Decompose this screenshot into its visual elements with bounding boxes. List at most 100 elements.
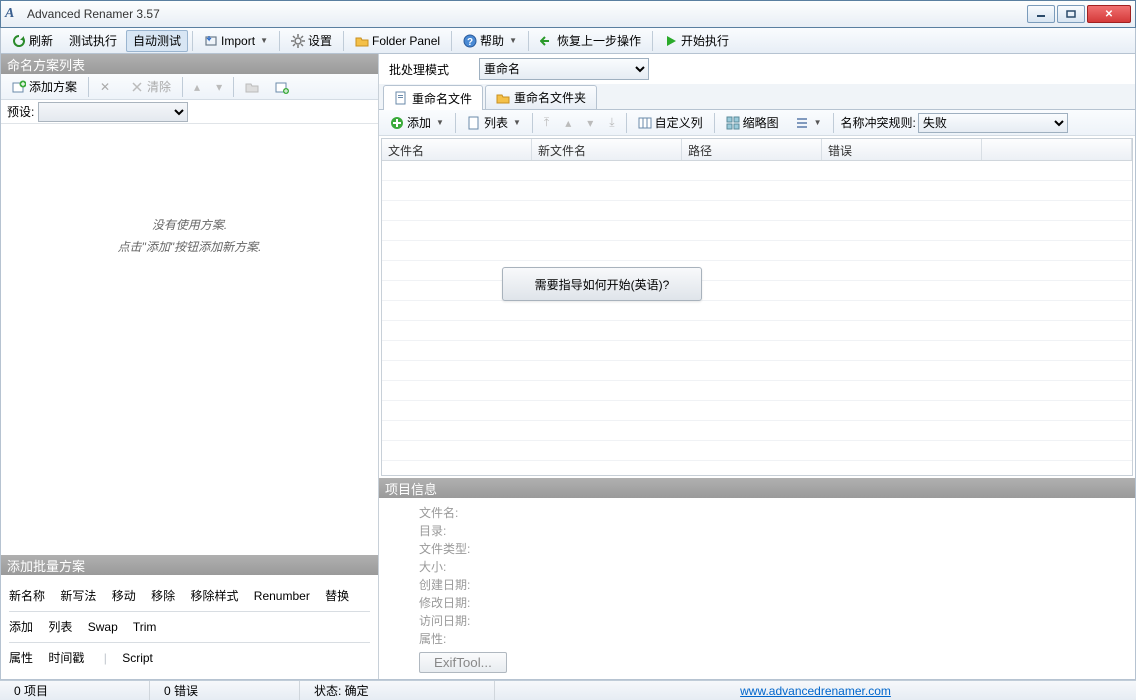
add-batch-row-1: 新名称 新写法 移动 移除 移除样式 Renumber 替换 — [9, 581, 370, 612]
down-icon: ▾ — [216, 80, 222, 94]
exiftool-button[interactable]: ExifTool... — [419, 652, 507, 673]
dropdown-icon: ▼ — [814, 118, 822, 127]
info-attr: 属性: — [419, 630, 1095, 648]
mode-select[interactable]: 重命名 — [479, 58, 649, 80]
method-timestamp[interactable]: 时间戳 — [48, 651, 84, 665]
add-batch-header: 添加批量方案 — [1, 555, 378, 575]
refresh-button[interactable]: 刷新 — [5, 30, 60, 52]
mode-label: 批处理模式 — [389, 61, 449, 78]
move-bottom-button[interactable]: ⤓ — [602, 112, 621, 134]
columns-icon — [638, 116, 652, 130]
add-method-button[interactable]: 添加方案 — [5, 76, 84, 98]
method-add[interactable]: 添加 — [9, 620, 33, 634]
content: 命名方案列表 添加方案 ✕ 清除 ▴ ▾ 预设: 没有使用方案. 点击 — [0, 54, 1136, 680]
move-down-button[interactable]: ▾ — [580, 112, 600, 134]
conflict-select[interactable]: 失败 — [918, 113, 1068, 133]
tab-rename-folders[interactable]: 重命名文件夹 — [485, 85, 597, 109]
info-size: 大小: — [419, 558, 1095, 576]
col-error[interactable]: 错误 — [822, 139, 982, 160]
methods-empty: 没有使用方案. 点击"添加"按钮添加新方案. — [1, 124, 378, 555]
empty-line-2: 点击"添加"按钮添加新方案. — [118, 236, 262, 258]
auto-test-button[interactable]: 自动测试 — [126, 30, 188, 52]
col-path[interactable]: 路径 — [682, 139, 822, 160]
titlebar: A Advanced Renamer 3.57 ✕ — [0, 0, 1136, 28]
clear-icon — [130, 80, 144, 94]
add-icon — [12, 80, 26, 94]
website-link[interactable]: www.advancedrenamer.com — [740, 684, 891, 698]
info-filename: 文件名: — [419, 504, 1095, 522]
method-newname[interactable]: 新名称 — [9, 589, 45, 603]
separator — [192, 31, 193, 51]
method-newcase[interactable]: 新写法 — [60, 589, 96, 603]
method-list[interactable]: 列表 — [48, 620, 72, 634]
method-trim[interactable]: Trim — [133, 620, 157, 634]
move-up-button[interactable]: ▴ — [187, 76, 207, 98]
help-icon: ? — [463, 34, 477, 48]
folder-open-icon — [245, 80, 259, 94]
preset-row: 预设: — [1, 100, 378, 124]
info-modified: 修改日期: — [419, 594, 1095, 612]
refresh-icon — [12, 34, 26, 48]
move-up-button[interactable]: ▴ — [558, 112, 578, 134]
method-renumber[interactable]: Renumber — [254, 589, 310, 603]
close-button[interactable]: ✕ — [1087, 5, 1131, 23]
open-button[interactable] — [238, 76, 266, 98]
gear-icon — [291, 34, 305, 48]
test-run-button[interactable]: 测试执行 — [62, 30, 124, 52]
folder-panel-button[interactable]: Folder Panel — [348, 30, 447, 52]
save-icon — [275, 80, 289, 94]
conflict-label: 名称冲突规则: — [838, 114, 916, 131]
method-swap[interactable]: Swap — [88, 620, 118, 634]
grid-header: 文件名 新文件名 路径 错误 — [382, 139, 1132, 161]
view-button[interactable]: ▼ — [788, 112, 829, 134]
list-button[interactable]: 列表▼ — [460, 112, 528, 134]
clear-button[interactable]: 清除 — [123, 76, 178, 98]
col-filename[interactable]: 文件名 — [382, 139, 532, 160]
up-icon: ▴ — [194, 80, 200, 94]
plus-icon — [390, 116, 404, 130]
file-toolbar: 添加▼ 列表▼ ⤒ ▴ ▾ ⤓ 自定义列 缩略图 — [379, 110, 1135, 136]
undo-icon — [540, 34, 554, 48]
delete-method-button[interactable]: ✕ — [93, 76, 121, 98]
status-state: 状态: 确定 — [300, 681, 495, 700]
file-icon — [467, 116, 481, 130]
window-title: Advanced Renamer 3.57 — [27, 7, 1025, 21]
method-attr[interactable]: 属性 — [9, 651, 33, 665]
right-panel: 批处理模式 重命名 重命名文件 重命名文件夹 添加▼ 列表▼ — [379, 54, 1135, 679]
add-files-button[interactable]: 添加▼ — [383, 112, 451, 134]
preset-select[interactable] — [38, 102, 188, 122]
method-remove[interactable]: 移除 — [151, 589, 175, 603]
status-items: 0 项目 — [0, 681, 150, 700]
add-batch-row-2: 添加 列表 Swap Trim — [9, 612, 370, 643]
dropdown-icon: ▼ — [436, 118, 444, 127]
method-script[interactable]: Script — [122, 651, 153, 665]
move-top-button[interactable]: ⤒ — [537, 112, 556, 134]
dropdown-icon: ▼ — [513, 118, 521, 127]
col-newname[interactable]: 新文件名 — [532, 139, 682, 160]
getting-started-button[interactable]: 需要指导如何开始(英语)? — [502, 267, 702, 301]
info-type: 文件类型: — [419, 540, 1095, 558]
item-info-body: 文件名: 目录: 文件类型: 大小: 创建日期: 修改日期: 访问日期: 属性:… — [379, 498, 1135, 679]
minimize-button[interactable] — [1027, 5, 1055, 23]
method-replace[interactable]: 替换 — [325, 589, 349, 603]
start-button[interactable]: 开始执行 — [657, 30, 736, 52]
tab-rename-files[interactable]: 重命名文件 — [383, 85, 483, 110]
method-removepattern[interactable]: 移除样式 — [190, 589, 238, 603]
status-bar: 0 项目 0 错误 状态: 确定 www.advancedrenamer.com — [0, 680, 1136, 700]
method-move[interactable]: 移动 — [112, 589, 136, 603]
add-batch-panel: 添加批量方案 新名称 新写法 移动 移除 移除样式 Renumber 替换 添加… — [1, 555, 378, 679]
move-down-button[interactable]: ▾ — [209, 76, 229, 98]
info-accessed: 访问日期: — [419, 612, 1095, 630]
thumbnails-button[interactable]: 缩略图 — [719, 112, 786, 134]
save-button[interactable] — [268, 76, 296, 98]
custom-columns-button[interactable]: 自定义列 — [631, 112, 710, 134]
import-button[interactable]: Import▼ — [197, 30, 275, 52]
add-batch-row-3: 属性 时间戳 | Script — [9, 643, 370, 673]
grid-body[interactable]: 需要指导如何开始(英语)? — [382, 161, 1132, 475]
status-url-cell: www.advancedrenamer.com — [495, 681, 1136, 700]
settings-button[interactable]: 设置 — [284, 30, 339, 52]
maximize-button[interactable] — [1057, 5, 1085, 23]
dropdown-icon: ▼ — [260, 36, 268, 45]
undo-button[interactable]: 恢复上一步操作 — [533, 30, 648, 52]
help-button[interactable]: ? 帮助▼ — [456, 30, 524, 52]
